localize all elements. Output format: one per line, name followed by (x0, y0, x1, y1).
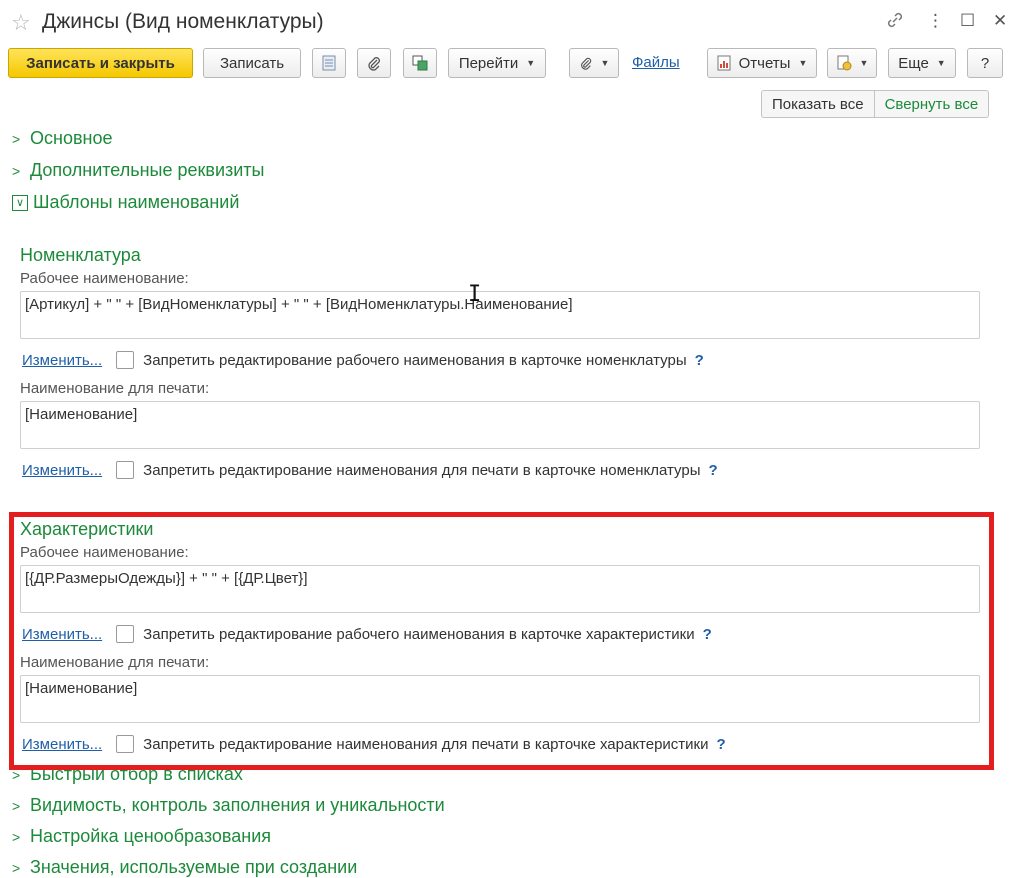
group-extra[interactable]: > Дополнительные реквизиты (12, 160, 265, 181)
chevron-right-icon: > (12, 162, 21, 179)
chevron-down-icon: ▼ (936, 58, 946, 68)
list-button[interactable] (312, 48, 346, 78)
group-visibility[interactable]: > Видимость, контроль заполнения и уникал… (12, 795, 445, 816)
window-title: Джинсы (Вид номенклатуры) (42, 10, 324, 33)
nomenclature-work-label: Рабочее наименование: (20, 270, 189, 287)
maximize-icon[interactable]: ☐ (960, 11, 975, 31)
nomenclature-work-name-field[interactable]: [Артикул] + " " + [ВидНоменклатуры] + " … (20, 291, 980, 339)
expand-collapse-bar: Показать все Свернуть все (761, 90, 990, 118)
more-icon[interactable]: ⋮ (927, 11, 944, 31)
nomenclature-header: Номенклатура (20, 245, 141, 265)
chevron-down-icon: ∨ (12, 194, 28, 211)
reports-label: Отчеты (738, 54, 791, 72)
nomenclature-edit-print-link[interactable]: Изменить... (22, 462, 102, 479)
print-dropdown[interactable]: ▼ (827, 48, 877, 78)
paperclip-icon (580, 57, 591, 70)
group-pricing-label: Настройка ценообразования (30, 826, 271, 846)
create-based-icon (412, 55, 428, 71)
chevron-right-icon: > (12, 828, 21, 845)
nomenclature-work-row: Изменить... Запретить редактирование раб… (22, 351, 704, 369)
nomenclature-forbid-print-checkbox[interactable] (116, 461, 135, 479)
group-pricing[interactable]: > Настройка ценообразования (12, 826, 271, 847)
print-icon (837, 55, 852, 71)
chevron-down-icon: ▼ (600, 58, 610, 68)
group-values[interactable]: > Значения, используемые при создании (12, 857, 357, 878)
document-list-icon (322, 55, 336, 71)
nomenclature-forbid-work-checkbox[interactable] (116, 351, 135, 369)
files-link[interactable]: Файлы (632, 54, 680, 71)
link-icon[interactable] (886, 11, 904, 34)
group-templates[interactable]: ∨ Шаблоны наименований (12, 192, 239, 213)
group-extra-label: Дополнительные реквизиты (30, 160, 265, 180)
help-icon[interactable]: ? (695, 352, 704, 369)
attach-dropdown[interactable]: ▼ (569, 48, 619, 78)
attach-button[interactable] (357, 48, 391, 78)
nomenclature-print-label: Наименование для печати: (20, 380, 210, 397)
group-values-label: Значения, используемые при создании (30, 857, 358, 877)
chevron-right-icon: > (12, 797, 21, 814)
nomenclature-forbid-work-label: Запретить редактирование рабочего наимен… (143, 351, 687, 369)
star-icon[interactable]: ☆ (11, 10, 31, 36)
save-button[interactable]: Записать (203, 48, 301, 78)
toolbar: Записать и закрыть Записать Перейти ▼ ▼ Ф… (0, 48, 1024, 82)
close-icon[interactable]: ✕ (993, 11, 1007, 31)
nomenclature-print-row: Изменить... Запретить редактирование наи… (22, 461, 718, 479)
goto-dropdown[interactable]: Перейти ▼ (448, 48, 546, 78)
reports-dropdown[interactable]: Отчеты ▼ (707, 48, 817, 78)
title-bar: ☆ Джинсы (Вид номенклатуры) ⋮ ☐ ✕ (0, 0, 1024, 46)
nomenclature-print-name-field[interactable]: [Наименование] (20, 401, 980, 449)
chevron-down-icon: ▼ (526, 58, 536, 68)
group-visibility-label: Видимость, контроль заполнения и уникаль… (30, 795, 445, 815)
group-main[interactable]: > Основное (12, 128, 112, 149)
more-label: Еще (898, 54, 929, 72)
goto-label: Перейти (458, 54, 519, 72)
chevron-down-icon: ▼ (798, 58, 808, 68)
more-dropdown[interactable]: Еще ▼ (888, 48, 956, 78)
group-main-label: Основное (30, 128, 113, 148)
chevron-right-icon: > (12, 130, 21, 147)
help-icon[interactable]: ? (709, 462, 718, 479)
chevron-right-icon: > (12, 859, 21, 876)
nomenclature-edit-work-link[interactable]: Изменить... (22, 352, 102, 369)
highlight-frame (9, 512, 994, 770)
collapse-all-button[interactable]: Свернуть все (874, 90, 990, 118)
nomenclature-forbid-print-label: Запретить редактирование наименования дл… (143, 461, 701, 479)
text-cursor-icon: I (468, 282, 482, 307)
show-all-button[interactable]: Показать все (761, 90, 875, 118)
create-based-on-button[interactable] (403, 48, 437, 78)
report-icon (717, 55, 731, 71)
chevron-down-icon: ▼ (859, 58, 869, 68)
help-button[interactable]: ? (967, 48, 1003, 78)
save-and-close-button[interactable]: Записать и закрыть (8, 48, 193, 78)
paperclip-icon (368, 57, 380, 71)
group-templates-label: Шаблоны наименований (33, 192, 240, 212)
